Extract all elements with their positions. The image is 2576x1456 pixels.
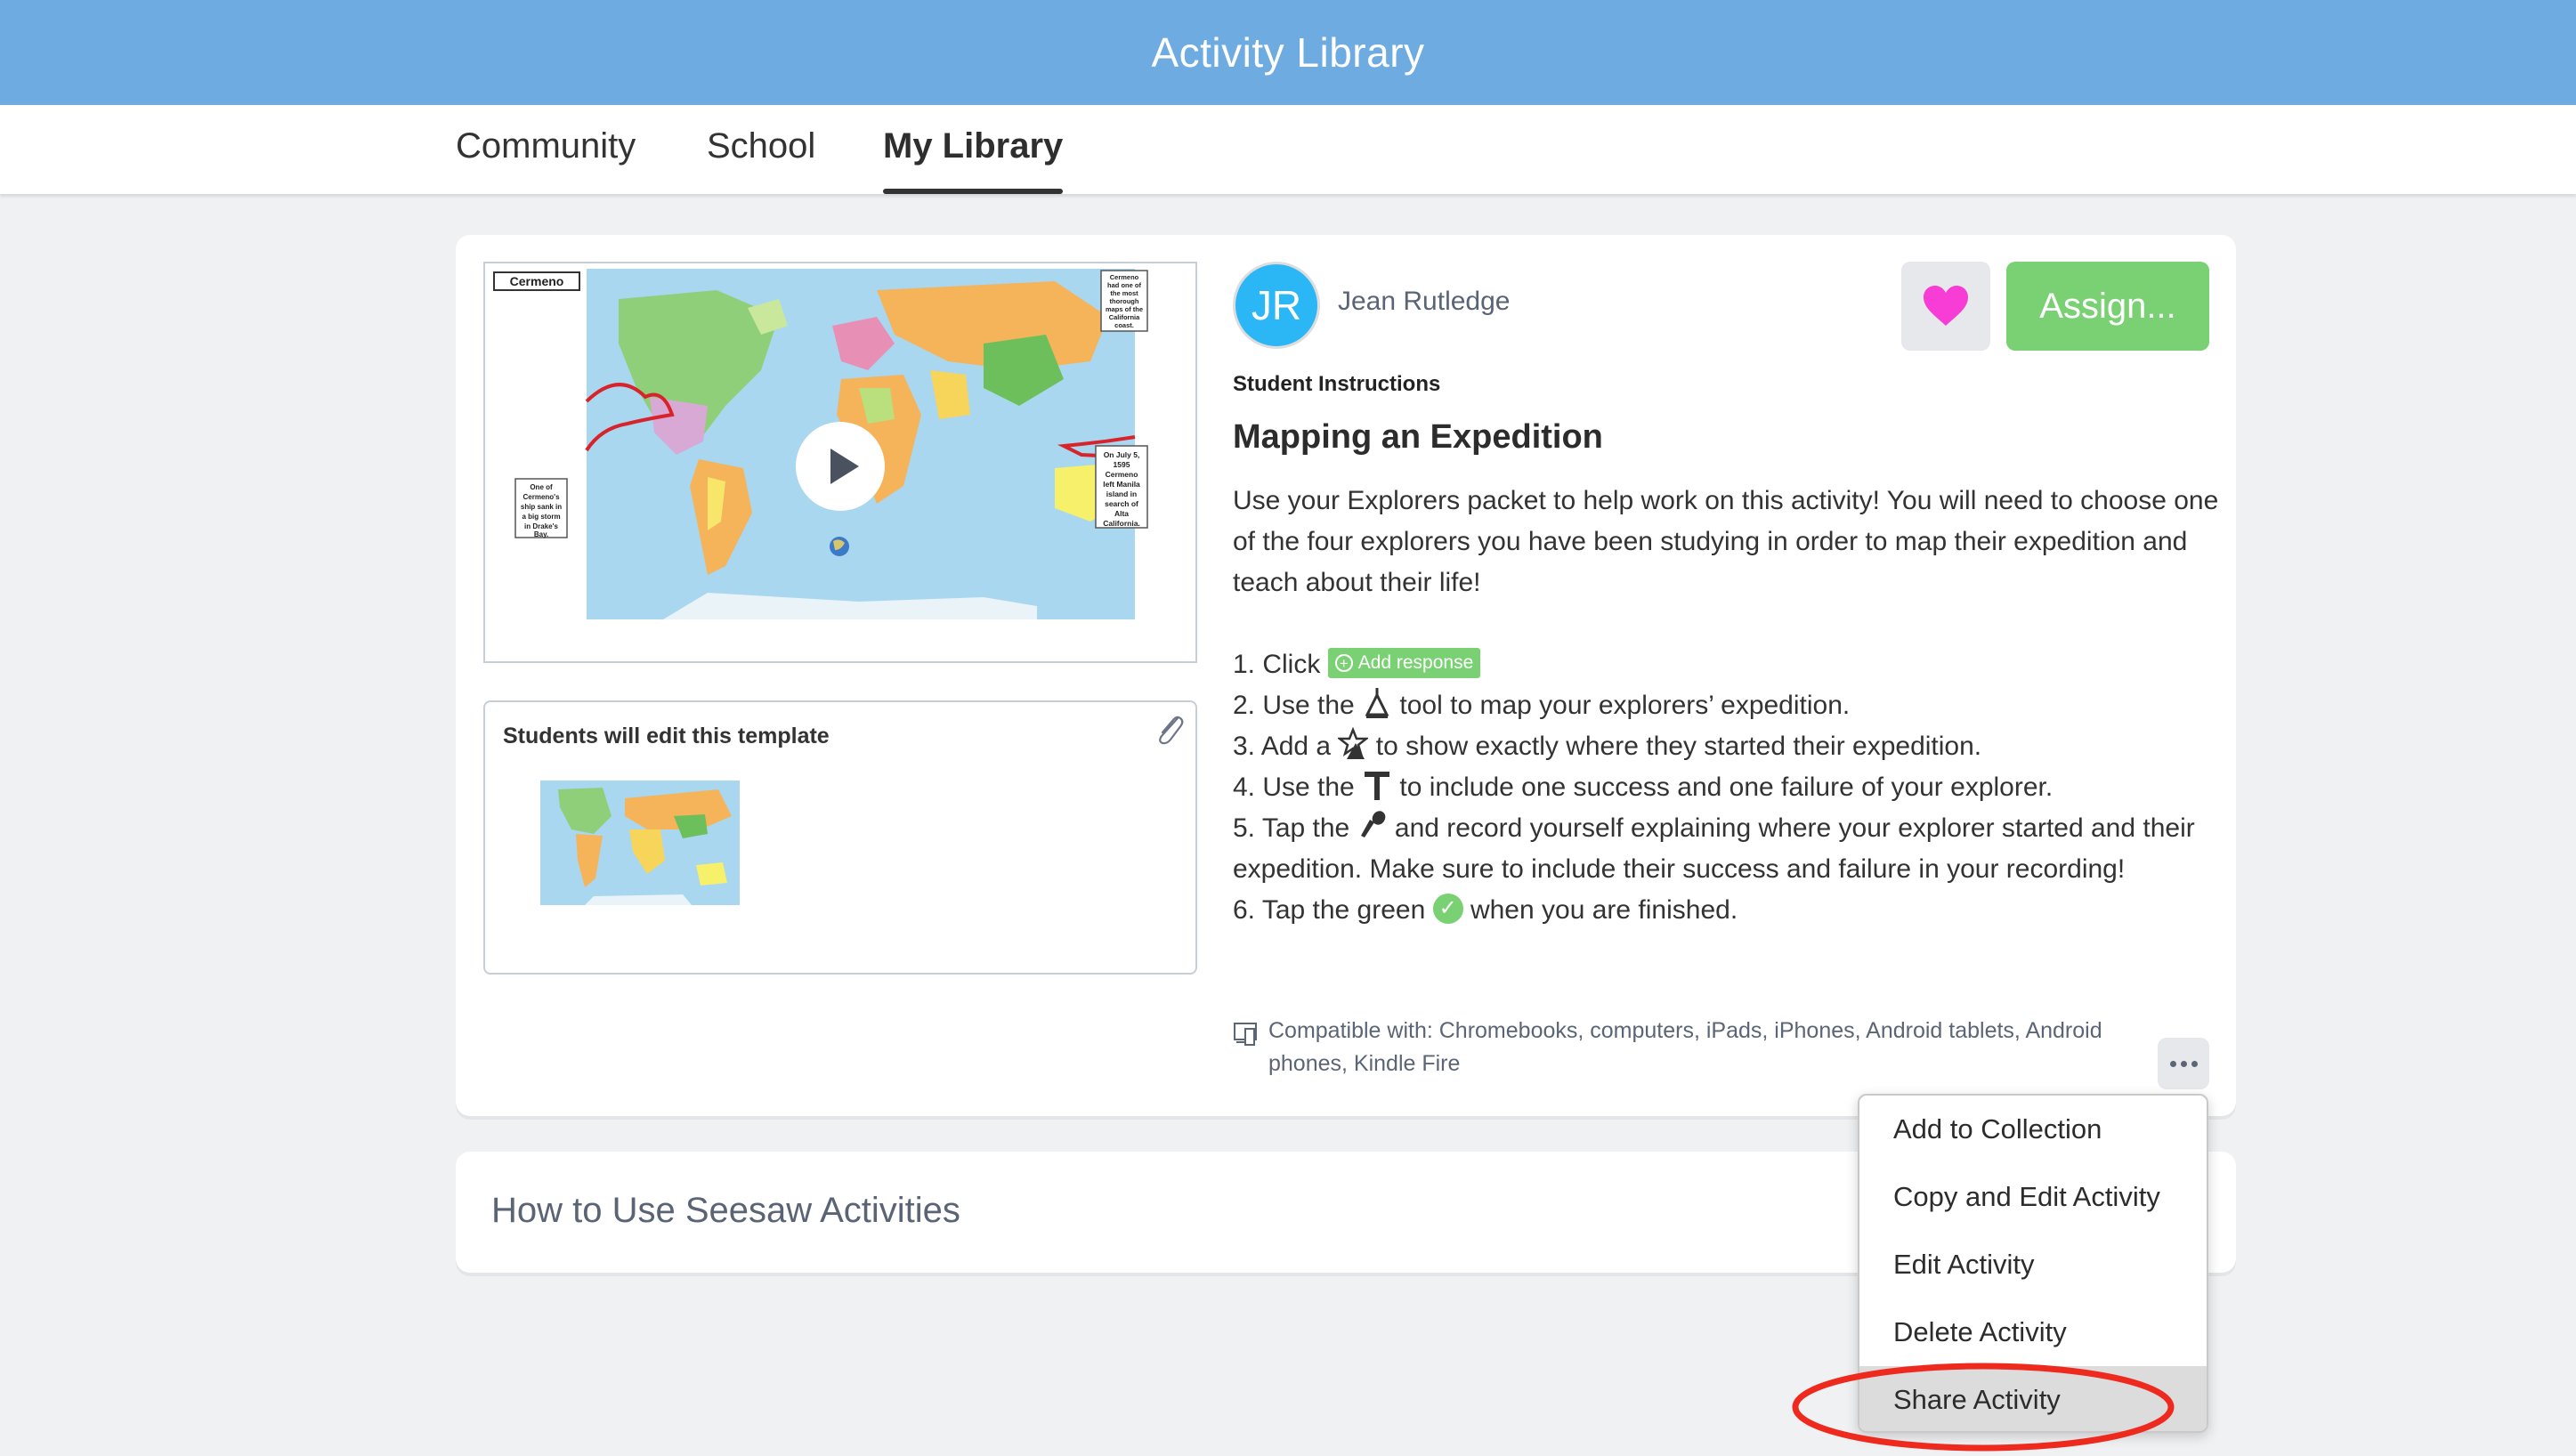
template-box[interactable]: Students will edit this template <box>483 700 1197 975</box>
activity-video-preview[interactable]: Cermeno Cermeno had one of the most thoroug… <box>483 262 1197 663</box>
paperclip-icon <box>1159 716 1184 745</box>
step-1: 1. Click + Add response <box>1233 644 2221 685</box>
template-thumbnail <box>540 781 740 905</box>
menu-item-copy-and-edit[interactable]: Copy and Edit Activity <box>1859 1163 2207 1231</box>
step-5: 5. Tap the and record yourself explainin… <box>1233 808 2221 890</box>
step-4: 4. Use the to include one success and on… <box>1233 767 2221 808</box>
student-instructions-label: Student Instructions <box>1233 372 1441 396</box>
map-title-label: Cermeno <box>510 274 564 288</box>
menu-item-delete-activity[interactable]: Delete Activity <box>1859 1298 2207 1366</box>
more-options-icon <box>2169 1060 2176 1067</box>
devices-icon <box>1234 1023 1257 1046</box>
activity-card: Cermeno Cermeno had one of the most thoroug… <box>456 235 2236 1116</box>
menu-item-edit-activity[interactable]: Edit Activity <box>1859 1231 2207 1298</box>
compatibility-note: Compatible with: Chromebooks, computers,… <box>1233 1015 2167 1080</box>
menu-item-share-activity[interactable]: Share Activity <box>1859 1366 2207 1431</box>
tab-community[interactable]: Community <box>456 126 636 194</box>
library-tabs: Community School My Library <box>0 105 2576 194</box>
activity-options-menu: Add to Collection Copy and Edit Activity… <box>1858 1094 2208 1433</box>
author-name[interactable]: Jean Rutledge <box>1338 287 1510 317</box>
app-header: Activity Library <box>0 0 2576 105</box>
microphone-icon <box>1360 811 1385 838</box>
activity-description: Use your Explorers packet to help work o… <box>1233 486 2219 597</box>
template-label: Students will edit this template <box>503 724 830 748</box>
activity-title: Mapping an Expedition <box>1233 418 1603 456</box>
shapes-icon <box>1338 727 1369 760</box>
check-icon: ✓ <box>1432 894 1463 925</box>
add-response-button: + Add response <box>1327 648 1481 679</box>
svg-text:Cermenohad one ofthe mostthoro: Cermeno had one of the most thorough maps of… <box>1106 273 1143 329</box>
text-tool-icon <box>1365 772 1390 801</box>
author-avatar[interactable]: JR <box>1233 262 1320 349</box>
drawing-tool-icon <box>1365 688 1389 719</box>
step-6: 6. Tap the green ✓ when you are finished… <box>1233 894 1738 925</box>
tab-school[interactable]: School <box>707 126 815 194</box>
step-2: 2. Use the tool to map your explorers’ e… <box>1233 685 2221 726</box>
heart-icon <box>1924 286 1968 326</box>
menu-item-add-to-collection[interactable]: Add to Collection <box>1859 1096 2207 1163</box>
play-button[interactable] <box>796 422 885 511</box>
plus-circle-icon: + <box>1334 654 1353 673</box>
instruction-steps: 1. Click + Add response 2. Use the tool t… <box>1233 644 2221 931</box>
step-3: 3. Add a to show exactly where they star… <box>1233 726 2221 767</box>
favorite-button[interactable] <box>1901 262 1990 351</box>
more-options-button[interactable] <box>2158 1038 2209 1089</box>
tab-my-library[interactable]: My Library <box>883 126 1064 194</box>
assign-button[interactable]: Assign... <box>2006 262 2209 351</box>
how-to-title[interactable]: How to Use Seesaw Activities <box>491 1191 960 1231</box>
page-title: Activity Library <box>1151 29 1425 76</box>
